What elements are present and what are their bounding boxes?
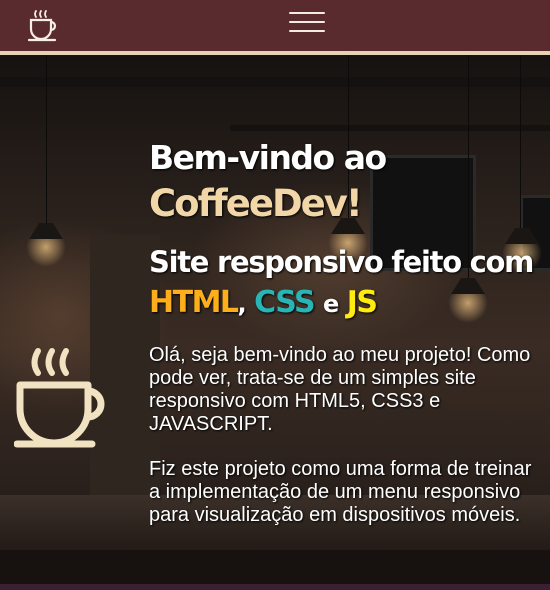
tech-separator: , xyxy=(237,290,247,318)
welcome-title: Bem-vindo ao xyxy=(149,138,387,177)
tech-css: CSS xyxy=(254,285,315,320)
light-rail xyxy=(230,125,550,131)
tech-stack: HTML, CSS e JS xyxy=(149,283,539,324)
brand-title: CoffeeDev! xyxy=(149,182,363,225)
hamburger-menu-icon[interactable] xyxy=(289,12,325,34)
project-paragraph: Fiz este projeto como uma forma de trein… xyxy=(149,458,532,526)
tech-and: e xyxy=(323,290,339,318)
floor xyxy=(0,550,550,584)
coffee-cup-icon xyxy=(14,348,105,448)
bottom-bar xyxy=(0,584,550,590)
intro-paragraph: Olá, seja bem-vindo ao meu projeto! Como… xyxy=(149,344,531,435)
tech-html: HTML xyxy=(149,285,239,320)
hero-content: Bem-vindo ao CoffeeDev! Site responsivo … xyxy=(149,137,539,527)
subtitle: Site responsivo feito com xyxy=(149,245,534,279)
coffee-cup-icon[interactable] xyxy=(28,7,64,43)
tech-js: JS xyxy=(346,285,378,320)
top-header xyxy=(0,0,550,51)
